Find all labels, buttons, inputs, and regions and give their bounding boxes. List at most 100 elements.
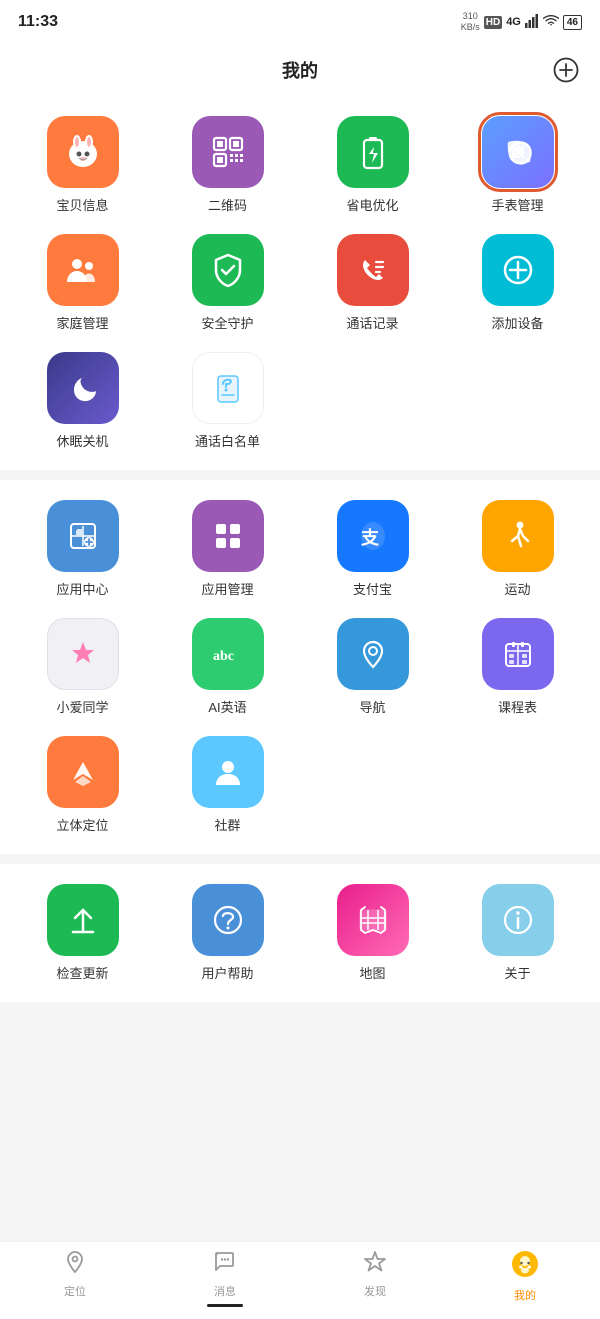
app-grid-6: 立体定位 社群 (15, 736, 585, 834)
app-appmanage[interactable]: 应用管理 (160, 500, 295, 598)
app-calls[interactable]: 通话记录 (305, 234, 440, 332)
app-adddevice[interactable]: 添加设备 (450, 234, 585, 332)
qrcode-label: 二维码 (208, 195, 247, 214)
app-watch[interactable]: 手表管理 (450, 116, 585, 214)
app-xiaoai[interactable]: 小爱同学 (15, 618, 150, 716)
app-sport[interactable]: 运动 (450, 500, 585, 598)
alipay-label: 支付宝 (353, 579, 392, 598)
app-grid-3: 休眠关机 通话白名单 (15, 352, 585, 450)
status-bar: 11:33 310KB/s HD 4G 46 (0, 0, 600, 44)
app-community[interactable]: 社群 (160, 736, 295, 834)
app-grid-2: 家庭管理 安全守护 通话记录 (15, 234, 585, 332)
app-battery[interactable]: 省电优化 (305, 116, 440, 214)
app-security[interactable]: 安全守护 (160, 234, 295, 332)
aienglish-label: AI英语 (208, 697, 246, 716)
locate-icon (63, 1250, 87, 1280)
app-position[interactable]: 立体定位 (15, 736, 150, 834)
map-icon (337, 884, 409, 956)
app-help[interactable]: 用户帮助 (160, 884, 295, 982)
nav-message[interactable]: 消息 (150, 1250, 300, 1307)
community-label: 社群 (214, 815, 240, 834)
family-icon (47, 234, 119, 306)
schedule-icon (482, 618, 554, 690)
4g-icon1: 4G (506, 16, 521, 28)
status-icons: 310KB/s HD 4G 46 (461, 11, 582, 33)
app-grid-7: 检查更新 用户帮助 (15, 884, 585, 982)
svg-text:支: 支 (360, 527, 380, 548)
app-grid-4: 应用中心 应用管理 支 支付宝 (15, 500, 585, 598)
navigation-label: 导航 (359, 697, 385, 716)
whitelist-label: 通话白名单 (195, 431, 260, 450)
app-whitelist[interactable]: 通话白名单 (160, 352, 295, 450)
hd-icon: HD (484, 16, 502, 29)
about-icon (482, 884, 554, 956)
appcenter-label: 应用中心 (56, 579, 108, 598)
watch-icon (482, 116, 554, 188)
app-qrcode[interactable]: 二维码 (160, 116, 295, 214)
discover-icon (363, 1250, 387, 1280)
section-apps: 应用中心 应用管理 支 支付宝 (0, 480, 600, 854)
app-navigation[interactable]: 导航 (305, 618, 440, 716)
add-button[interactable] (550, 54, 582, 86)
sport-icon (482, 500, 554, 572)
app-appcenter[interactable]: 应用中心 (15, 500, 150, 598)
status-time: 11:33 (18, 13, 58, 31)
app-map[interactable]: 地图 (305, 884, 440, 982)
whitelist-icon (192, 352, 264, 424)
app-baobei[interactable]: 宝贝信息 (15, 116, 150, 214)
sport-label: 运动 (504, 579, 530, 598)
qrcode-icon (192, 116, 264, 188)
adddevice-label: 添加设备 (491, 313, 543, 332)
help-icon (192, 884, 264, 956)
schedule-label: 课程表 (498, 697, 537, 716)
app-grid-5: 小爱同学 abc AI英语 导航 (15, 618, 585, 716)
xiaoai-icon (47, 618, 119, 690)
nav-locate[interactable]: 定位 (0, 1250, 150, 1307)
battery-icon: 46 (563, 15, 582, 30)
app-schedule[interactable]: 课程表 (450, 618, 585, 716)
app-update[interactable]: 检查更新 (15, 884, 150, 982)
app-family[interactable]: 家庭管理 (15, 234, 150, 332)
nav-mine[interactable]: 我的 (450, 1250, 600, 1307)
battery-charge-icon (337, 116, 409, 188)
app-grid-1: 宝贝信息 二维码 (15, 116, 585, 214)
network-speed: 310KB/s (461, 11, 480, 33)
nav-mine-label: 我的 (514, 1287, 536, 1303)
appmanage-label: 应用管理 (201, 579, 253, 598)
app-aienglish[interactable]: abc AI英语 (160, 618, 295, 716)
watch-label: 手表管理 (491, 195, 543, 214)
signal-icon (525, 14, 539, 31)
bottom-nav: 定位 消息 发现 (0, 1241, 600, 1319)
nav-locate-label: 定位 (64, 1283, 86, 1299)
wifi-icon (543, 15, 559, 30)
sleep-icon (47, 352, 119, 424)
appmanage-icon (192, 500, 264, 572)
header: 我的 (0, 44, 600, 96)
baobei-icon (47, 116, 119, 188)
section-1: 宝贝信息 二维码 (0, 96, 600, 470)
baobei-label: 宝贝信息 (56, 195, 108, 214)
app-alipay[interactable]: 支 支付宝 (305, 500, 440, 598)
about-label: 关于 (504, 963, 530, 982)
nav-discover[interactable]: 发现 (300, 1250, 450, 1307)
app-about[interactable]: 关于 (450, 884, 585, 982)
map-label: 地图 (359, 963, 385, 982)
appcenter-icon (47, 500, 119, 572)
community-icon (192, 736, 264, 808)
family-label: 家庭管理 (56, 313, 108, 332)
sleep-label: 休眠关机 (56, 431, 108, 450)
update-label: 检查更新 (56, 963, 108, 982)
navigation-icon (337, 618, 409, 690)
app-sleep[interactable]: 休眠关机 (15, 352, 150, 450)
nav-message-label: 消息 (214, 1283, 236, 1299)
adddevice-icon (482, 234, 554, 306)
security-icon (192, 234, 264, 306)
calls-icon (337, 234, 409, 306)
xiaoai-label: 小爱同学 (56, 697, 108, 716)
nav-discover-label: 发现 (364, 1283, 386, 1299)
help-label: 用户帮助 (201, 963, 253, 982)
mine-icon (511, 1250, 539, 1284)
security-label: 安全守护 (201, 313, 253, 332)
update-icon (47, 884, 119, 956)
battery-label: 省电优化 (346, 195, 398, 214)
